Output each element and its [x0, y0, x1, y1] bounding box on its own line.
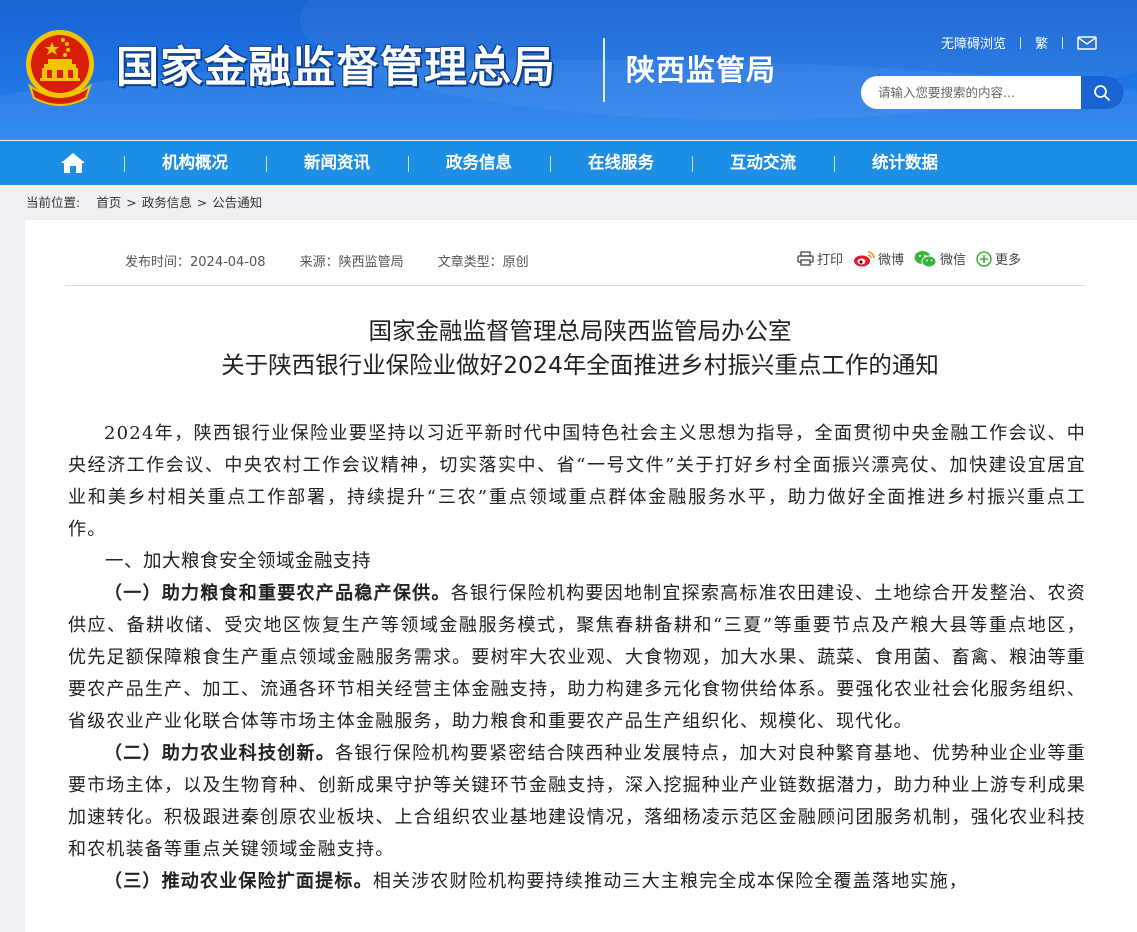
article-paragraph: （二）助力农业科技创新。各银行保险机构要紧密结合陕西种业发展特点，加大对良种繁育… [68, 738, 1086, 866]
breadcrumb-separator: > [126, 195, 137, 210]
home-icon[interactable] [60, 152, 86, 174]
site-title[interactable]: 国家金融监督管理总局 [116, 38, 556, 98]
breadcrumb-gov-info[interactable]: 政务信息 [142, 195, 192, 210]
article-paragraph: 2024年，陕西银行业保险业要坚持以习近平新时代中国特色社会主义思想为指导，全面… [68, 423, 1086, 540]
article-paragraph: （三）推动农业保险扩面提标。相关涉农财险机构要持续推动三大主粮完全成本保险全覆盖… [68, 866, 1086, 898]
print-button[interactable]: 打印 [797, 249, 843, 268]
nav-item-statistics[interactable]: 统计数据 [835, 141, 975, 185]
title-divider [603, 38, 605, 102]
paragraph-heading: （一）助力粮食和重要农产品稳产保供。 [104, 583, 451, 604]
article-meta: 发布时间：2024-04-08 来源：陕西监管局 文章类型：原创 [125, 251, 563, 270]
accessibility-link[interactable]: 无障碍浏览 [941, 33, 1006, 52]
divider [1019, 36, 1021, 49]
breadcrumb-notices[interactable]: 公告通知 [212, 195, 262, 210]
section-heading: 一、加大粮食安全领域金融支持 [105, 551, 372, 572]
nav-item-about[interactable]: 机构概况 [125, 141, 265, 185]
nav-item-interaction[interactable]: 互动交流 [693, 141, 833, 185]
divider [1062, 36, 1063, 49]
article-source: 来源：陕西监管局 [299, 255, 404, 270]
wechat-share-button[interactable]: 微信 [914, 249, 966, 268]
more-label: 更多 [995, 253, 1022, 268]
top-links: 无障碍浏览 繁 [941, 33, 1097, 52]
paragraph-text: 各银行保险机构要因地制宜探索高标准农田建设、土地综合开发整治、农资供应、备耕收储… [68, 583, 1086, 732]
weibo-share-button[interactable]: 微博 [853, 249, 904, 268]
article-panel: 发布时间：2024-04-08 来源：陕西监管局 文章类型：原创 打印 微博 微… [25, 220, 1137, 932]
wechat-label: 微信 [940, 253, 967, 268]
article-body: 2024年，陕西银行业保险业要坚持以习近平新时代中国特色社会主义思想为指导，全面… [68, 418, 1086, 898]
main-nav: 机构概况 新闻资讯 政务信息 在线服务 互动交流 统计数据 [0, 141, 1137, 185]
nav-item-gov-info[interactable]: 政务信息 [409, 141, 549, 185]
printer-icon [797, 251, 814, 266]
paragraph-heading: （二）助力农业科技创新。 [104, 743, 336, 764]
breadcrumb-label: 当前位置: [26, 195, 81, 210]
national-emblem-icon [26, 30, 94, 106]
article-title-line: 国家金融监督管理总局陕西监管局办公室 [368, 317, 792, 345]
wechat-icon [914, 250, 937, 267]
paragraph-heading: （三）推动农业保险扩面提标。 [104, 871, 373, 892]
weibo-label: 微博 [878, 253, 905, 268]
search-box [861, 76, 1124, 109]
sub-title[interactable]: 陕西监管局 [626, 50, 776, 90]
breadcrumb-separator: > [196, 195, 208, 210]
nav-item-news[interactable]: 新闻资讯 [267, 141, 407, 185]
publish-time: 发布时间：2024-04-08 [125, 255, 266, 270]
article-type: 文章类型：原创 [437, 255, 529, 270]
breadcrumb: 当前位置: 首页 > 政务信息 > 公告通知 [26, 195, 262, 211]
meta-divider [65, 285, 1085, 286]
site-header: 国家金融监督管理总局 陕西监管局 无障碍浏览 繁 [0, 0, 1137, 140]
share-bar: 打印 微博 微信 更多 [797, 249, 1031, 268]
search-input[interactable] [861, 76, 1081, 109]
search-button[interactable] [1080, 76, 1124, 109]
article-paragraph: （一）助力粮食和重要农产品稳产保供。各银行保险机构要因地制宜探索高标准农田建设、… [68, 578, 1086, 738]
nav-item-online-service[interactable]: 在线服务 [551, 141, 691, 185]
plus-circle-icon [976, 250, 992, 267]
weibo-icon [854, 251, 875, 267]
paragraph-text: 相关涉农财险机构要持续推动三大主粮完全成本保险全覆盖落地实施， [372, 871, 969, 892]
more-share-button[interactable]: 更多 [976, 249, 1021, 268]
traditional-chinese-link[interactable]: 繁 [1035, 33, 1048, 52]
breadcrumb-home[interactable]: 首页 [96, 195, 121, 210]
article-title-line: 关于陕西银行业保险业做好2024年全面推进乡村振兴重点工作的通知 [221, 351, 939, 379]
print-label: 打印 [817, 253, 844, 268]
article-title: 国家金融监督管理总局陕西监管局办公室 关于陕西银行业保险业做好2024年全面推进… [25, 314, 1135, 382]
mail-icon[interactable] [1077, 35, 1097, 50]
search-icon [1094, 84, 1111, 101]
